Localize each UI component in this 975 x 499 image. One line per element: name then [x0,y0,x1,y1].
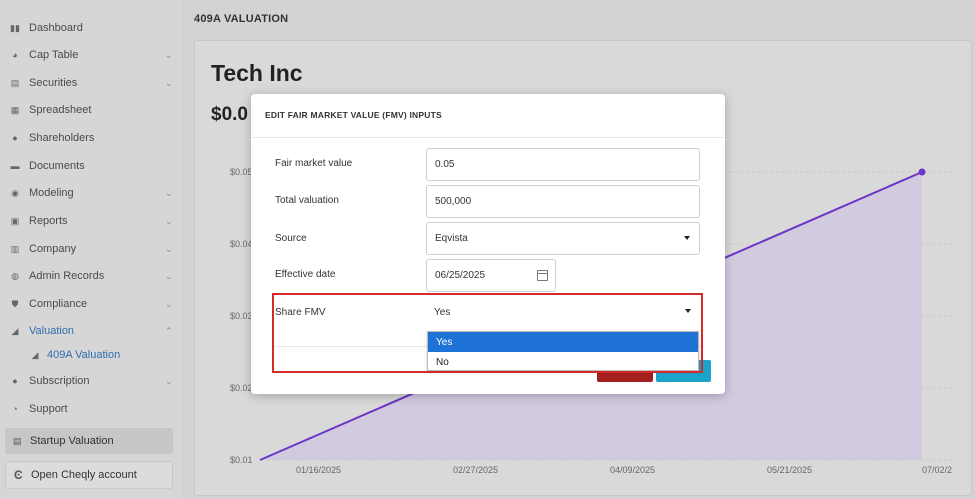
x-tick-label: 01/16/2025 [296,465,342,475]
chevron-down-icon: ⌄ [165,49,173,60]
sidebar-item-documents[interactable]: ▬ Documents [0,153,182,179]
modal-title: EDIT FAIR MARKET VALUE (FMV) INPUTS [265,110,442,120]
fmv-input[interactable]: 0.05 [426,148,700,181]
sidebar-item-label: Subscription [29,375,90,387]
subscription-icon: ● [12,376,18,386]
sidebar-item-label: Documents [29,160,85,172]
sidebar-item-label: Admin Records [29,270,105,282]
fmv-value: 0.05 [435,159,455,170]
admin-icon: ◍ [11,270,19,281]
total-valuation-value: 500,000 [435,196,472,207]
chevron-down-icon: ⌄ [165,77,173,88]
sidebar-item-label: Modeling [29,187,74,199]
document-icon: ▤ [13,435,22,446]
sidebar: ▮▮ Dashboard ◕ Cap Table ⌄ ▤ Securities … [0,0,182,499]
sidebar-item-subscription[interactable]: ● Subscription ⌄ [0,368,182,394]
sidebar-item-label: Company [29,243,77,255]
sidebar-item-dashboard[interactable]: ▮▮ Dashboard [0,15,182,41]
y-tick-label: $0.01 [230,455,253,465]
chevron-down-icon: ⌄ [165,243,173,254]
spreadsheet-icon: ▦ [10,104,20,115]
y-tick-label: $0.03 [230,311,253,321]
clipboard-icon: ▤ [10,77,20,88]
x-tick-label: 04/09/2025 [610,465,656,475]
effective-date-value: 06/25/2025 [435,270,486,281]
chevron-down-icon: ⌄ [165,215,173,226]
valuation-icon: ◢ [11,325,19,336]
sidebar-item-label: Shareholders [29,132,95,144]
startup-valuation-button[interactable]: ▤ Startup Valuation [5,428,173,454]
pie-chart-icon: ◕ [12,50,18,60]
y-tick-label: $0.05 [230,167,253,177]
sidebar-item-label: Valuation [29,325,75,337]
cheqly-logo-icon: Ͼ [14,468,23,482]
modal-header: EDIT FAIR MARKET VALUE (FMV) INPUTS [251,94,725,138]
sidebar-item-spreadsheet[interactable]: ▦ Spreadsheet [0,97,182,123]
fmv-label: Fair market value [275,158,353,169]
chevron-down-icon: ⌄ [165,298,173,309]
effective-date-input[interactable]: 06/25/2025 [426,259,556,292]
series-point-end [918,168,926,176]
sidebar-item-label: Reports [29,215,68,227]
folder-icon: ▬ [10,161,20,171]
startup-valuation-label: Startup Valuation [30,435,114,447]
building-icon: ▥ [10,243,20,254]
sidebar-item-409a-valuation[interactable]: ◢ 409A Valuation [0,342,182,368]
x-tick-label: 05/21/2025 [767,465,813,475]
source-label: Source [275,233,307,244]
chevron-down-icon: ⌄ [165,270,173,281]
chevron-down-icon: ⌄ [165,187,173,198]
shield-icon: ⛊ [11,298,19,309]
chevron-up-icon: ⌃ [165,325,173,336]
source-value: Eqvista [435,233,468,244]
open-cheqly-label: Open Cheqly account [31,469,137,481]
sidebar-item-modeling[interactable]: ◉ Modeling ⌄ [0,180,182,206]
sidebar-item-securities[interactable]: ▤ Securities ⌄ [0,70,182,96]
x-tick-label: 07/02/2 [922,465,953,475]
support-icon: ◔ [12,404,18,414]
dashboard-icon: ▮▮ [10,22,20,33]
sidebar-item-company[interactable]: ▥ Company ⌄ [0,236,182,262]
calendar-icon[interactable] [537,270,548,281]
source-select[interactable]: Eqvista [426,222,700,255]
sidebar-item-label: Securities [29,77,78,89]
x-tick-label: 02/27/2025 [453,465,499,475]
company-name: Tech Inc [211,60,303,86]
report-icon: ▣ [10,215,20,226]
lightbulb-icon: ◉ [11,187,19,198]
effective-date-label: Effective date [275,269,336,280]
page-title: 409A VALUATION [194,13,289,25]
fmv-price: $0.0 [211,104,248,125]
total-valuation-label: Total valuation [275,195,339,206]
sidebar-item-label: 409A Valuation [47,349,121,361]
sidebar-item-label: Cap Table [29,49,79,61]
sidebar-item-label: Support [29,403,68,415]
user-icon: ● [12,133,18,143]
sidebar-item-compliance[interactable]: ⛊ Compliance ⌄ [0,291,182,317]
valuation-sub-icon: ◢ [31,349,39,360]
sidebar-item-cap-table[interactable]: ◕ Cap Table ⌄ [0,42,182,68]
caret-down-icon [684,236,690,240]
sidebar-item-shareholders[interactable]: ● Shareholders [0,125,182,151]
sidebar-item-support[interactable]: ◔ Support [0,396,182,422]
sidebar-item-reports[interactable]: ▣ Reports ⌄ [0,208,182,234]
annotation-highlight-box [272,293,703,373]
y-tick-label: $0.04 [230,239,253,249]
sidebar-item-admin-records[interactable]: ◍ Admin Records ⌄ [0,263,182,289]
sidebar-item-label: Spreadsheet [29,104,92,116]
sidebar-item-label: Dashboard [29,22,83,34]
open-cheqly-button[interactable]: Ͼ Open Cheqly account [5,461,173,489]
y-tick-label: $0.02 [230,383,253,393]
chevron-down-icon: ⌄ [165,375,173,386]
sidebar-item-valuation[interactable]: ◢ Valuation ⌃ [0,318,182,344]
total-valuation-input[interactable]: 500,000 [426,185,700,218]
sidebar-item-label: Compliance [29,298,88,310]
